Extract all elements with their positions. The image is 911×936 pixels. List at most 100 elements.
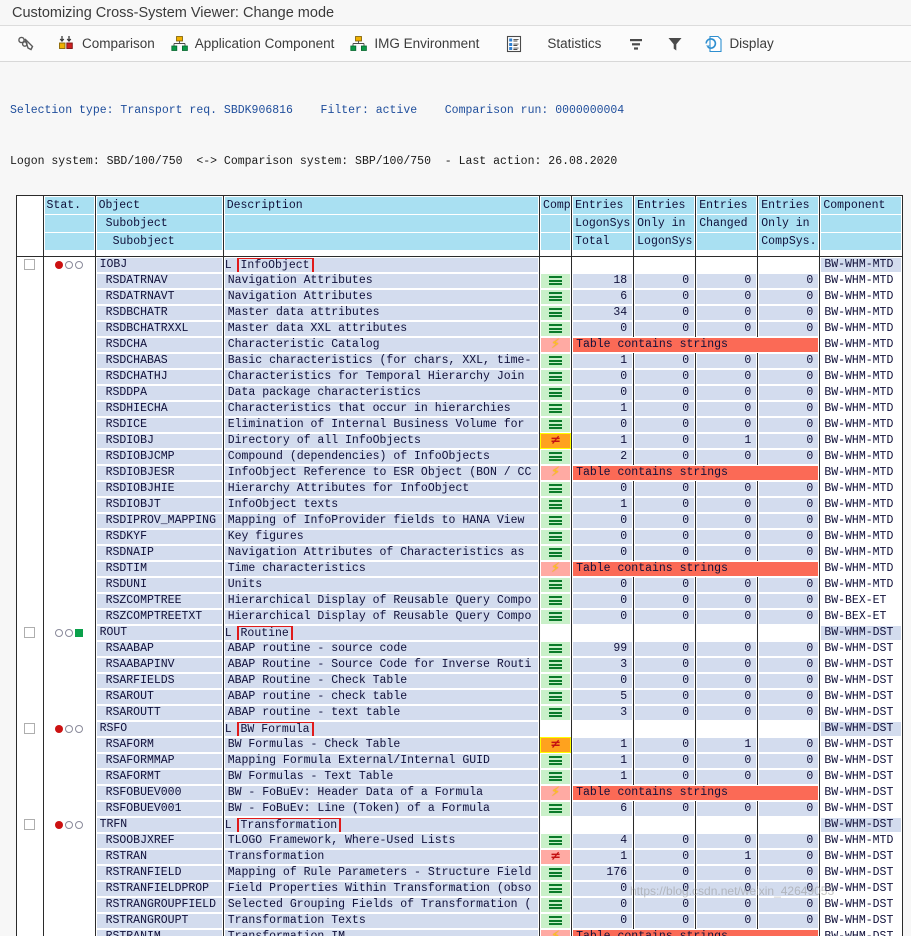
row-only-logon-cell[interactable]: 0 bbox=[634, 289, 696, 305]
row-only-comp-cell[interactable]: 0 bbox=[758, 417, 820, 433]
table-group-row[interactable]: ROUTL RoutineBW-WHM-DST bbox=[17, 625, 902, 641]
toolbar-application-component-button[interactable]: Application Component bbox=[165, 29, 341, 59]
row-object-cell[interactable]: RSDKYF bbox=[95, 529, 223, 545]
row-only-logon-cell[interactable]: 0 bbox=[634, 353, 696, 369]
row-changed-cell[interactable]: 0 bbox=[696, 913, 758, 929]
toolbar-comparison-run-button[interactable] bbox=[10, 29, 48, 59]
row-component-cell[interactable]: BW-WHM-MTD bbox=[820, 449, 902, 465]
row-object-cell[interactable]: RSZCOMPTREE bbox=[95, 593, 223, 609]
row-changed-cell[interactable]: 0 bbox=[696, 881, 758, 897]
row-component-cell[interactable]: BW-WHM-DST bbox=[820, 721, 902, 737]
row-only-logon-cell[interactable]: 0 bbox=[634, 433, 696, 449]
row-component-cell[interactable]: BW-WHM-DST bbox=[820, 641, 902, 657]
row-description-cell[interactable]: Transformation IM bbox=[223, 929, 539, 936]
table-row[interactable]: RSFOBUEV001BW - FoBuEv: Line (Token) of … bbox=[17, 801, 902, 817]
row-component-cell[interactable]: BW-WHM-MTD bbox=[820, 305, 902, 321]
row-component-cell[interactable]: BW-WHM-MTD bbox=[820, 481, 902, 497]
table-row[interactable]: RSDBCHATRXXLMaster data XXL attributes00… bbox=[17, 321, 902, 337]
row-only-logon-cell[interactable]: 0 bbox=[634, 513, 696, 529]
row-object-cell[interactable]: RSDIOBJESR bbox=[95, 465, 223, 481]
row-entries-total-cell[interactable]: 99 bbox=[572, 641, 634, 657]
table-row[interactable]: RSAFORMMAPMapping Formula External/Inter… bbox=[17, 753, 902, 769]
row-component-cell[interactable]: BW-WHM-DST bbox=[820, 657, 902, 673]
row-component-cell[interactable]: BW-WHM-MTD bbox=[820, 256, 902, 273]
table-row[interactable]: RSDATRNAVNavigation Attributes18000BW-WH… bbox=[17, 273, 902, 289]
row-comp-cell[interactable] bbox=[540, 913, 572, 929]
row-description-cell[interactable]: Characteristic Catalog bbox=[223, 337, 539, 353]
row-comp-cell[interactable] bbox=[540, 545, 572, 561]
row-only-comp-cell[interactable]: 0 bbox=[758, 513, 820, 529]
row-object-cell[interactable]: RSFOBUEV001 bbox=[95, 801, 223, 817]
row-component-cell[interactable]: BW-WHM-DST bbox=[820, 849, 902, 865]
col-header-comp[interactable]: Comp bbox=[540, 196, 572, 256]
row-entries-total-cell[interactable]: 1 bbox=[572, 401, 634, 417]
row-comp-cell[interactable] bbox=[540, 369, 572, 385]
row-description-cell[interactable]: ABAP routine - source code bbox=[223, 641, 539, 657]
row-changed-cell[interactable]: 0 bbox=[696, 385, 758, 401]
row-object-cell[interactable]: RSDIPROV_MAPPING bbox=[95, 513, 223, 529]
row-changed-cell[interactable]: 0 bbox=[696, 369, 758, 385]
row-comp-cell[interactable] bbox=[540, 417, 572, 433]
row-component-cell[interactable]: BW-WHM-DST bbox=[820, 913, 902, 929]
row-object-cell[interactable]: RSOOBJXREF bbox=[95, 833, 223, 849]
row-only-comp-cell[interactable]: 0 bbox=[758, 609, 820, 625]
row-description-cell[interactable]: Transformation bbox=[223, 849, 539, 865]
row-changed-cell[interactable]: 0 bbox=[696, 769, 758, 785]
col-header-object[interactable]: Object Subobject Subobject bbox=[95, 196, 223, 256]
col-header-select[interactable] bbox=[17, 196, 43, 256]
row-object-cell[interactable]: RSDCHATHJ bbox=[95, 369, 223, 385]
row-component-cell[interactable]: BW-WHM-MTD bbox=[820, 321, 902, 337]
row-component-cell[interactable]: BW-WHM-MTD bbox=[820, 497, 902, 513]
row-comp-cell[interactable] bbox=[540, 881, 572, 897]
row-description-cell[interactable]: Mapping of Rule Parameters - Structure F… bbox=[223, 865, 539, 881]
row-comp-cell[interactable] bbox=[540, 401, 572, 417]
row-only-comp-cell[interactable]: 0 bbox=[758, 849, 820, 865]
table-row[interactable]: RSAFORMTBW Formulas - Text Table1000BW-W… bbox=[17, 769, 902, 785]
row-only-comp-cell[interactable]: 0 bbox=[758, 913, 820, 929]
row-object-cell[interactable]: RSAABAPINV bbox=[95, 657, 223, 673]
row-comp-cell[interactable] bbox=[540, 673, 572, 689]
row-changed-cell[interactable]: 0 bbox=[696, 481, 758, 497]
row-object-cell[interactable]: RSARFIELDS bbox=[95, 673, 223, 689]
row-only-logon-cell[interactable]: 0 bbox=[634, 321, 696, 337]
table-row[interactable]: RSDIOBJHIEHierarchy Attributes for InfoO… bbox=[17, 481, 902, 497]
toolbar-filter-button[interactable] bbox=[661, 29, 695, 59]
table-row[interactable]: RSTRANGROUPTTransformation Texts0000BW-W… bbox=[17, 913, 902, 929]
row-entries-total-cell[interactable]: 3 bbox=[572, 657, 634, 673]
row-only-logon-cell[interactable]: 0 bbox=[634, 609, 696, 625]
row-checkbox[interactable] bbox=[24, 723, 35, 734]
row-object-cell[interactable]: TRFN bbox=[95, 817, 223, 833]
table-row[interactable]: RSDATRNAVTNavigation Attributes6000BW-WH… bbox=[17, 289, 902, 305]
row-description-cell[interactable]: Master data XXL attributes bbox=[223, 321, 539, 337]
row-comp-cell[interactable] bbox=[540, 385, 572, 401]
toolbar-display-button[interactable]: Display bbox=[699, 29, 779, 59]
row-only-logon-cell[interactable]: 0 bbox=[634, 593, 696, 609]
row-only-comp-cell[interactable]: 0 bbox=[758, 689, 820, 705]
row-description-cell[interactable]: BW Formulas - Check Table bbox=[223, 737, 539, 753]
row-only-comp-cell[interactable]: 0 bbox=[758, 641, 820, 657]
table-row[interactable]: RSOOBJXREFTLOGO Framework, Where-Used Li… bbox=[17, 833, 902, 849]
row-only-logon-cell[interactable]: 0 bbox=[634, 545, 696, 561]
row-component-cell[interactable]: BW-WHM-DST bbox=[820, 865, 902, 881]
row-changed-cell[interactable]: 0 bbox=[696, 289, 758, 305]
row-object-cell[interactable]: RSDBCHATRXXL bbox=[95, 321, 223, 337]
row-description-cell[interactable]: Characteristics for Temporal Hierarchy J… bbox=[223, 369, 539, 385]
row-only-comp-cell[interactable]: 0 bbox=[758, 449, 820, 465]
table-row[interactable]: RSZCOMPTREETXTHierarchical Display of Re… bbox=[17, 609, 902, 625]
row-changed-cell[interactable]: 0 bbox=[696, 353, 758, 369]
row-changed-cell[interactable]: 0 bbox=[696, 689, 758, 705]
row-description-cell[interactable]: Mapping Formula External/Internal GUID bbox=[223, 753, 539, 769]
row-entries-total-cell[interactable]: 6 bbox=[572, 289, 634, 305]
table-row[interactable]: RSDNAIPNavigation Attributes of Characte… bbox=[17, 545, 902, 561]
row-component-cell[interactable]: BW-WHM-DST bbox=[820, 801, 902, 817]
col-header-description[interactable]: Description bbox=[223, 196, 539, 256]
toolbar-comparison-button[interactable]: Comparison bbox=[52, 29, 161, 59]
row-object-cell[interactable]: RSTRANIM bbox=[95, 929, 223, 936]
toolbar-statistics-icon-button[interactable] bbox=[499, 29, 535, 59]
row-description-cell[interactable]: Key figures bbox=[223, 529, 539, 545]
row-description-cell[interactable]: ABAP routine - text table bbox=[223, 705, 539, 721]
row-only-logon-cell[interactable]: 0 bbox=[634, 865, 696, 881]
row-comp-cell[interactable] bbox=[540, 769, 572, 785]
table-row[interactable]: RSDHIECHACharacteristics that occur in h… bbox=[17, 401, 902, 417]
row-only-logon-cell[interactable]: 0 bbox=[634, 849, 696, 865]
